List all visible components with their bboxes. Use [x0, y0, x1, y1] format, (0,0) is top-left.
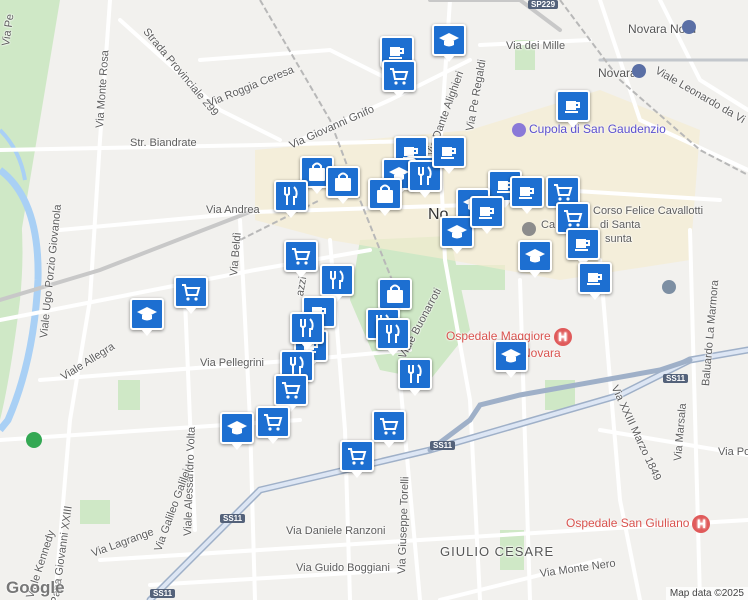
street-label: Via Andrea	[206, 204, 260, 216]
school-icon	[501, 349, 521, 363]
park-poi-icon	[26, 432, 42, 448]
school-icon	[525, 249, 545, 263]
restaurant-icon	[408, 364, 422, 383]
google-logo: Google	[6, 578, 65, 597]
cafe-icon	[565, 101, 580, 113]
marker-cafe[interactable]	[432, 136, 466, 174]
hospital-icon: H	[692, 515, 711, 533]
cupola-label[interactable]: Cupola di San Gaudenzio	[512, 122, 666, 137]
grocery-icon	[282, 382, 301, 399]
restaurant-icon	[330, 270, 344, 289]
marker-grocery[interactable]	[174, 276, 208, 314]
street-label: Str. Biandrate	[130, 137, 197, 149]
restaurant-icon	[284, 186, 298, 205]
place-label: sunta	[605, 233, 632, 245]
cafe-icon	[519, 187, 534, 199]
restaurant-icon	[418, 166, 432, 185]
shopping-bag-icon	[387, 284, 403, 303]
marker-cafe[interactable]	[566, 228, 600, 266]
grocery-icon	[264, 414, 283, 431]
marker-cafe[interactable]	[556, 90, 590, 128]
street-label: Via Daniele Ranzoni	[286, 525, 386, 537]
marker-cafe[interactable]	[578, 262, 612, 300]
marker-grocery[interactable]	[382, 60, 416, 98]
shopping-bag-icon	[309, 162, 325, 181]
shopping-bag-icon	[377, 184, 393, 203]
marker-school[interactable]	[130, 298, 164, 336]
church-icon	[522, 222, 536, 236]
place-label: di Santa	[600, 219, 641, 231]
city-label: Novara	[598, 66, 637, 80]
street-label: Via Guido Boggiani	[296, 562, 390, 574]
grocery-icon	[390, 68, 409, 85]
shopping-bag-icon	[335, 172, 351, 191]
map-attribution[interactable]: Map data ©2025	[665, 587, 748, 600]
grocery-icon	[348, 448, 367, 465]
marker-restaurant[interactable]	[274, 180, 308, 218]
station-icon	[632, 64, 646, 78]
cafe-icon	[479, 207, 494, 219]
grocery-icon	[380, 418, 399, 435]
cafe-icon	[575, 239, 590, 251]
school-icon	[227, 421, 247, 435]
marker-shopping[interactable]	[368, 178, 402, 216]
street-label: Via Pellegrini	[200, 357, 265, 369]
marker-restaurant[interactable]	[290, 312, 324, 350]
street-label: Via Po	[718, 446, 748, 458]
map-canvas[interactable]: Via dei Mille Strada Provinciale 299 Via…	[0, 0, 748, 600]
restaurant-icon	[386, 324, 400, 343]
grocery-icon	[564, 210, 583, 227]
school-icon	[439, 33, 459, 47]
marker-grocery[interactable]	[340, 440, 374, 478]
highway-shield: SP229	[528, 0, 559, 9]
cafe-icon	[587, 273, 602, 285]
marker-restaurant[interactable]	[376, 318, 410, 356]
place-label: Ca	[541, 219, 556, 231]
school-icon	[137, 307, 157, 321]
station-icon	[682, 20, 696, 34]
marker-grocery[interactable]	[256, 406, 290, 444]
grocery-icon	[182, 284, 201, 301]
marker-school[interactable]	[432, 24, 466, 62]
highway-shield: SS11	[663, 374, 689, 383]
cafe-icon	[441, 147, 456, 159]
marker-shopping[interactable]	[326, 166, 360, 204]
school-icon	[447, 225, 467, 239]
district-label: GIULIO CESARE	[440, 544, 555, 559]
marker-cafe[interactable]	[470, 196, 504, 234]
marker-shopping[interactable]	[378, 278, 412, 316]
restaurant-icon	[300, 318, 314, 337]
school-poi-icon	[662, 280, 676, 294]
marker-restaurant[interactable]	[320, 264, 354, 302]
landmark-icon	[512, 122, 526, 137]
street-label: Via dei Mille	[506, 40, 566, 52]
grocery-icon	[554, 184, 573, 201]
marker-grocery[interactable]	[284, 240, 318, 278]
ospedale-san-giuliano-label[interactable]: Ospedale San Giuliano H	[566, 515, 711, 533]
street-label: Corso Felice Cavallotti	[593, 205, 704, 217]
map-base-layer	[0, 0, 748, 600]
highway-shield: SS11	[430, 441, 456, 450]
marker-restaurant[interactable]	[398, 358, 432, 396]
marker-grocery[interactable]	[274, 374, 308, 412]
marker-school[interactable]	[440, 216, 474, 254]
marker-cafe[interactable]	[510, 176, 544, 214]
marker-school[interactable]	[494, 340, 528, 378]
marker-school[interactable]	[518, 240, 552, 278]
highway-shield: SS11	[220, 514, 246, 523]
hospital-icon: H	[553, 328, 572, 346]
marker-grocery[interactable]	[372, 410, 406, 448]
highway-shield: SS11	[150, 589, 176, 598]
marker-school[interactable]	[220, 412, 254, 450]
grocery-icon	[292, 248, 311, 265]
